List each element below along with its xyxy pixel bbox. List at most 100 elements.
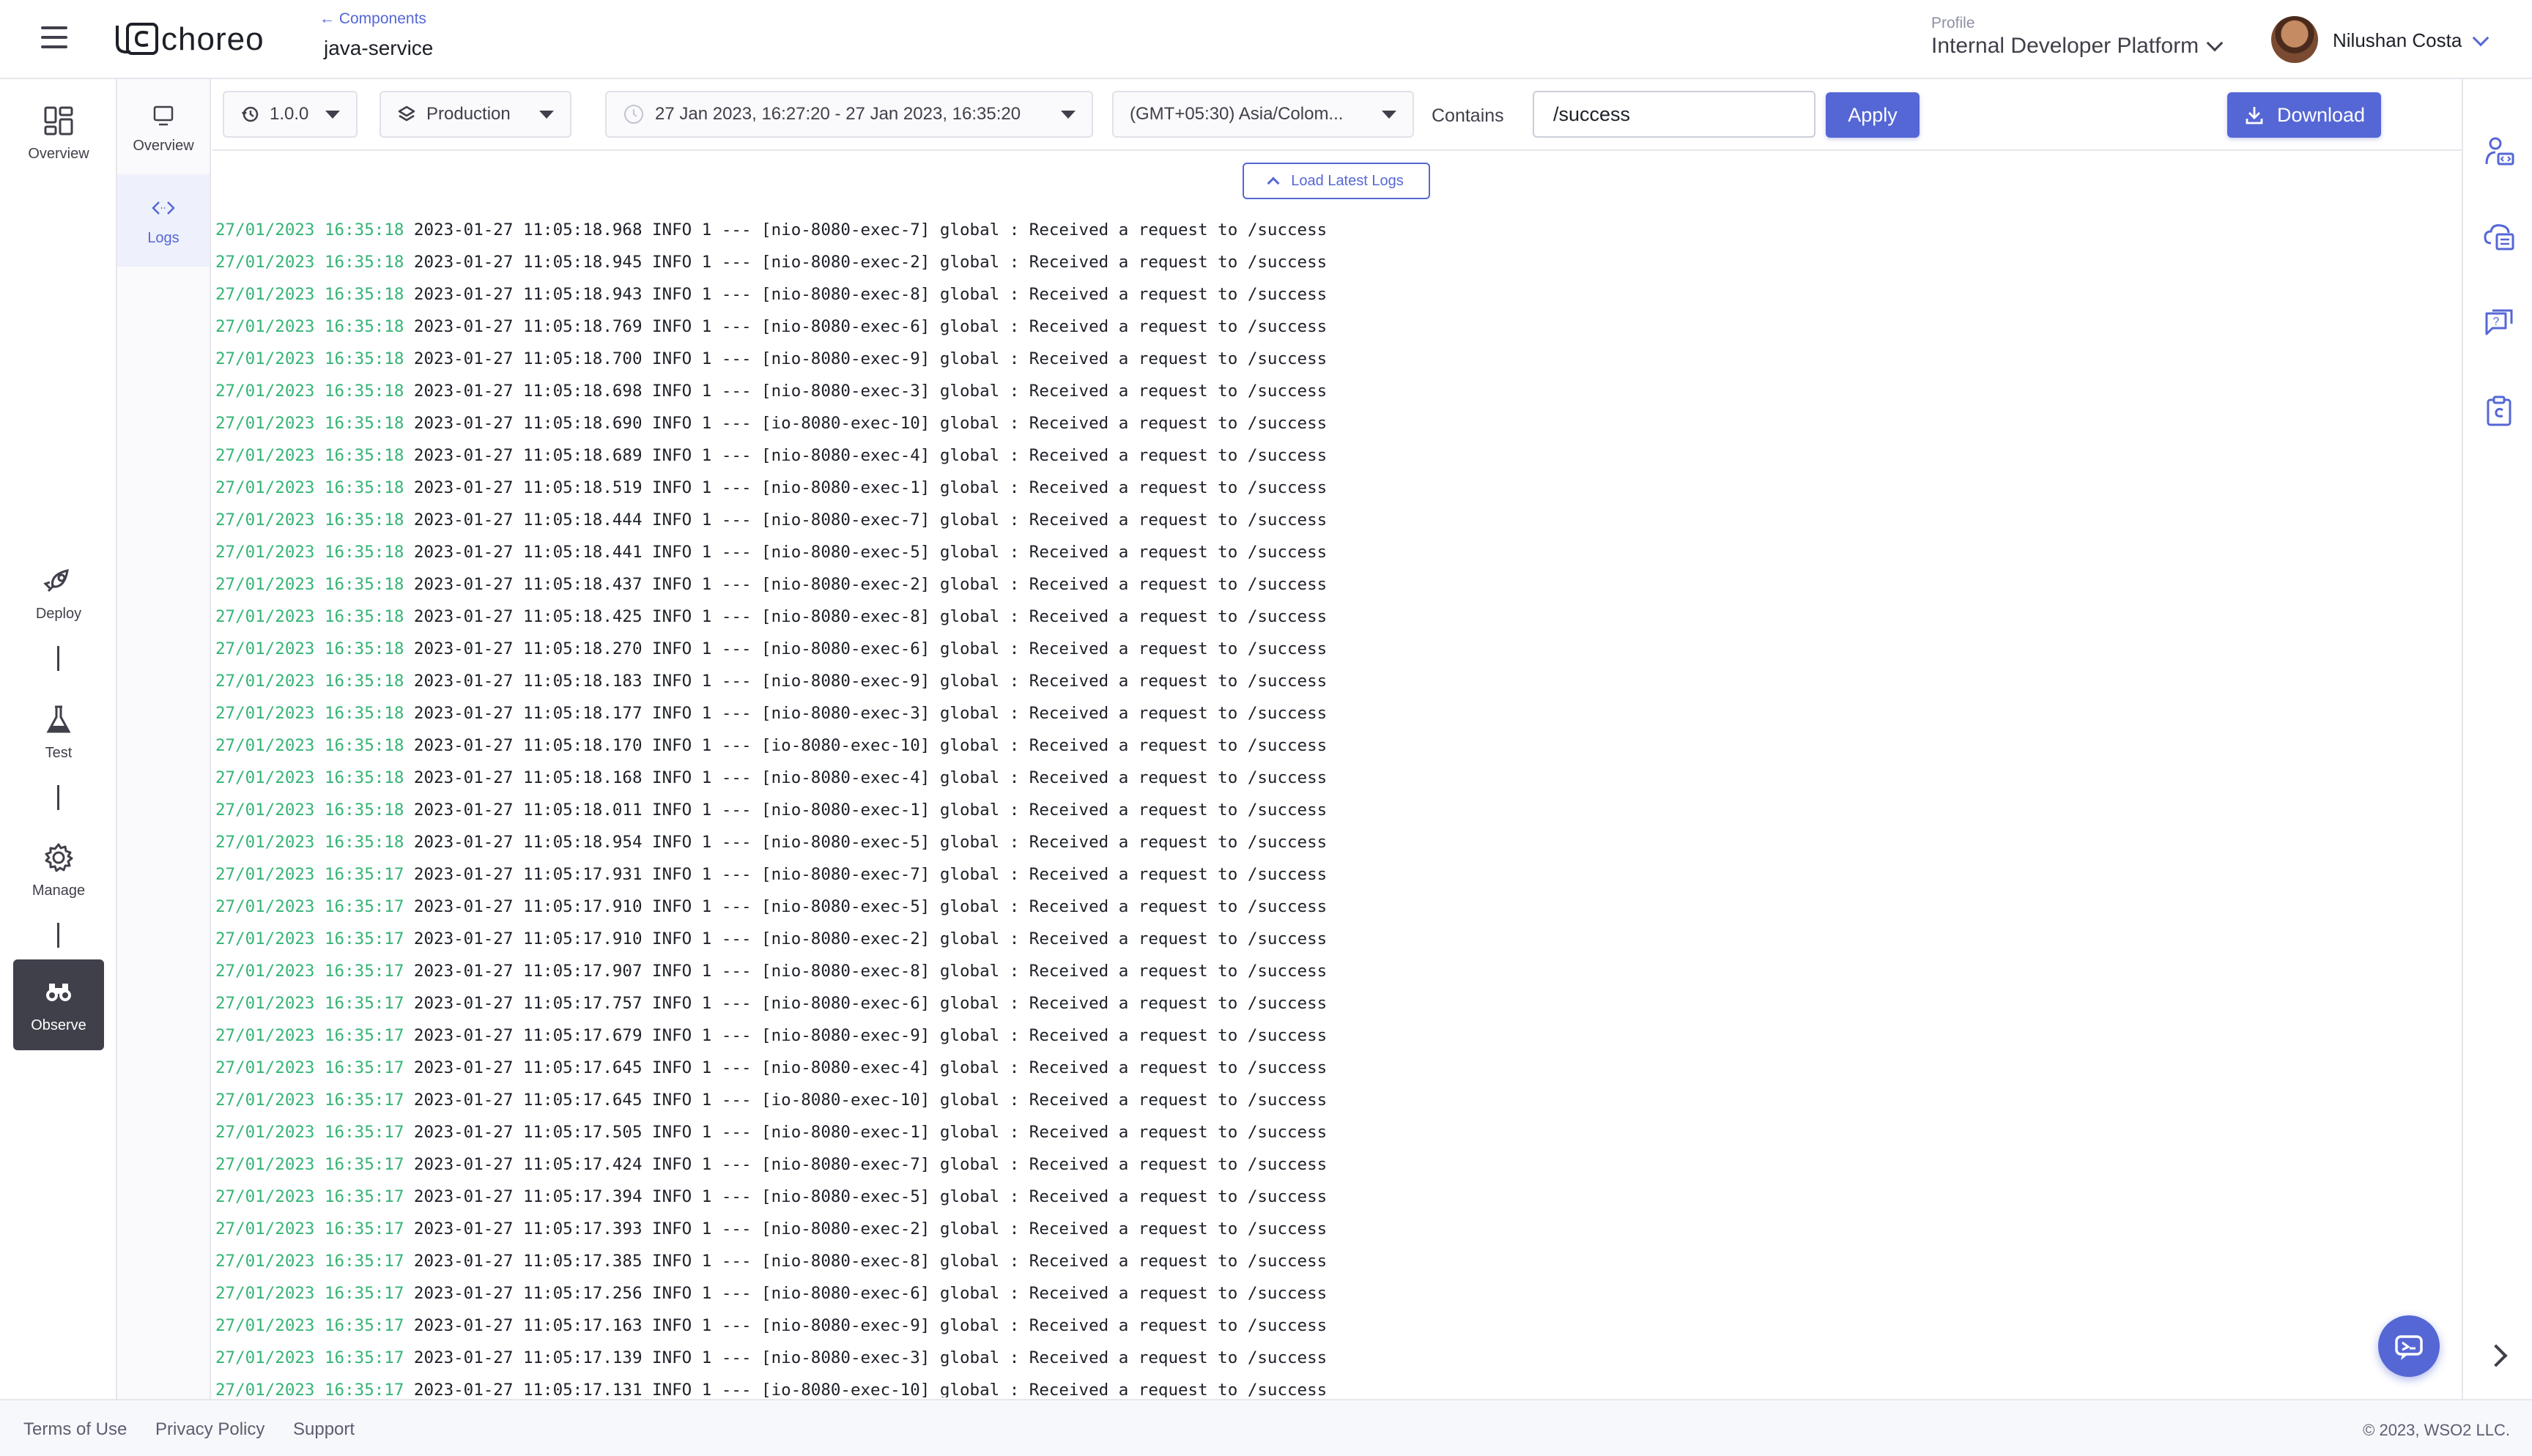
clipboard-icon[interactable]: [2482, 394, 2516, 428]
rocket-icon: [43, 568, 69, 592]
date-range-picker[interactable]: 27 Jan 2023, 16:27:20 - 27 Jan 2023, 16:…: [605, 91, 1093, 138]
log-timestamp: 27/01/2023 16:35:18: [215, 736, 404, 755]
log-message: 2023-01-27 11:05:18.177 INFO 1 --- [nio-…: [404, 704, 1328, 723]
log-timestamp: 27/01/2023 16:35:17: [215, 1091, 404, 1110]
log-timestamp: 27/01/2023 16:35:17: [215, 1058, 404, 1077]
log-message: 2023-01-27 11:05:17.394 INFO 1 --- [nio-…: [404, 1187, 1328, 1206]
log-timestamp: 27/01/2023 16:35:18: [215, 220, 404, 239]
nav-label-deploy: Deploy: [35, 605, 82, 622]
log-timestamp: 27/01/2023 16:35:18: [215, 543, 404, 562]
log-line: 27/01/2023 16:35:18 2023-01-27 11:05:18.…: [215, 407, 2457, 439]
log-message: 2023-01-27 11:05:18.444 INFO 1 --- [nio-…: [404, 510, 1328, 530]
log-line: 27/01/2023 16:35:17 2023-01-27 11:05:17.…: [215, 1181, 2457, 1213]
history-icon: [241, 106, 259, 122]
log-message: 2023-01-27 11:05:18.170 INFO 1 --- [io-8…: [404, 736, 1328, 755]
log-message: 2023-01-27 11:05:17.139 INFO 1 --- [nio-…: [404, 1348, 1328, 1367]
log-line: 27/01/2023 16:35:17 2023-01-27 11:05:17.…: [215, 1052, 2457, 1084]
logs-toolbar: 1.0.0 Production 27 Jan 2023, 16:27:20 -…: [212, 79, 2462, 151]
profile-selector[interactable]: Internal Developer Platform: [1931, 34, 2224, 59]
choreo-logo[interactable]: choreo: [113, 19, 264, 60]
log-timestamp: 27/01/2023 16:35:17: [215, 897, 404, 916]
filter-input[interactable]: [1533, 91, 1815, 138]
download-icon: [2246, 107, 2263, 125]
log-line: 27/01/2023 16:35:18 2023-01-27 11:05:18.…: [215, 375, 2457, 407]
log-message: 2023-01-27 11:05:18.769 INFO 1 --- [nio-…: [404, 317, 1328, 336]
log-timestamp: 27/01/2023 16:35:17: [215, 1219, 404, 1238]
log-message: 2023-01-27 11:05:18.519 INFO 1 --- [nio-…: [404, 478, 1328, 497]
nav-item-observe[interactable]: Observe: [13, 959, 104, 1050]
log-timestamp: 27/01/2023 16:35:18: [215, 639, 404, 658]
log-line: 27/01/2023 16:35:17 2023-01-27 11:05:17.…: [215, 1148, 2457, 1181]
log-message: 2023-01-27 11:05:17.645 INFO 1 --- [nio-…: [404, 1058, 1328, 1077]
timezone-select[interactable]: (GMT+05:30) Asia/Colom...: [1112, 91, 1414, 138]
breadcrumb-back-link[interactable]: ← Components: [319, 10, 426, 28]
component-name: java-service: [324, 37, 434, 59]
log-timestamp: 27/01/2023 16:35:18: [215, 801, 404, 820]
log-line: 27/01/2023 16:35:17 2023-01-27 11:05:17.…: [215, 1084, 2457, 1116]
log-message: 2023-01-27 11:05:18.425 INFO 1 --- [nio-…: [404, 607, 1328, 626]
profile-label: Profile: [1931, 15, 1975, 31]
log-timestamp: 27/01/2023 16:35:18: [215, 349, 404, 368]
log-message: 2023-01-27 11:05:18.698 INFO 1 --- [nio-…: [404, 382, 1328, 401]
log-message: 2023-01-27 11:05:17.163 INFO 1 --- [nio-…: [404, 1316, 1328, 1335]
cloud-doc-icon[interactable]: [2482, 220, 2516, 253]
apply-button[interactable]: Apply: [1826, 92, 1920, 138]
filter-label: Contains: [1432, 105, 1504, 126]
log-line: 27/01/2023 16:35:17 2023-01-27 11:05:17.…: [215, 923, 2457, 955]
developer-icon[interactable]: [2482, 135, 2516, 168]
menu-icon[interactable]: [41, 26, 73, 53]
nav-item-deploy[interactable]: Deploy: [13, 548, 104, 639]
log-line: 27/01/2023 16:35:17 2023-01-27 11:05:17.…: [215, 891, 2457, 923]
load-latest-logs-button[interactable]: Load Latest Logs: [1243, 163, 1430, 199]
log-list: 27/01/2023 16:35:18 2023-01-27 11:05:18.…: [215, 214, 2457, 1397]
log-line: 27/01/2023 16:35:17 2023-01-27 11:05:17.…: [215, 1342, 2457, 1374]
log-timestamp: 27/01/2023 16:35:18: [215, 382, 404, 401]
caret-down-icon: [1061, 110, 1076, 119]
user-menu[interactable]: Nilushan Costa: [2333, 29, 2490, 52]
download-button[interactable]: Download: [2227, 92, 2381, 138]
log-line: 27/01/2023 16:35:17 2023-01-27 11:05:17.…: [215, 1019, 2457, 1052]
download-label: Download: [2276, 103, 2366, 126]
log-timestamp: 27/01/2023 16:35:17: [215, 1252, 404, 1271]
chat-support-button[interactable]: [2378, 1315, 2440, 1377]
avatar[interactable]: [2271, 16, 2318, 63]
log-message: 2023-01-27 11:05:17.424 INFO 1 --- [nio-…: [404, 1155, 1328, 1174]
subnav-item-logs[interactable]: Logs: [117, 174, 210, 267]
log-timestamp: 27/01/2023 16:35:18: [215, 833, 404, 852]
log-timestamp: 27/01/2023 16:35:17: [215, 962, 404, 981]
privacy-link[interactable]: Privacy Policy: [155, 1419, 264, 1440]
log-line: 27/01/2023 16:35:18 2023-01-27 11:05:18.…: [215, 729, 2457, 762]
right-toolbar: ?: [2462, 79, 2532, 1399]
log-timestamp: 27/01/2023 16:35:17: [215, 994, 404, 1013]
terms-link[interactable]: Terms of Use: [23, 1419, 127, 1440]
nav-item-manage[interactable]: Manage: [13, 825, 104, 915]
log-timestamp: 27/01/2023 16:35:17: [215, 929, 404, 948]
nav-item-test[interactable]: Test: [13, 687, 104, 778]
log-message: 2023-01-27 11:05:17.757 INFO 1 --- [nio-…: [404, 994, 1328, 1013]
log-timestamp: 27/01/2023 16:35:17: [215, 865, 404, 884]
chat-bot-icon: [2395, 1335, 2423, 1360]
caret-down-icon: [325, 110, 340, 119]
timezone-value: (GMT+05:30) Asia/Colom...: [1130, 104, 1344, 124]
flask-icon: [46, 705, 71, 732]
version-value: 1.0.0: [270, 104, 309, 124]
log-line: 27/01/2023 16:35:18 2023-01-27 11:05:18.…: [215, 568, 2457, 601]
version-select[interactable]: 1.0.0: [223, 91, 358, 138]
log-timestamp: 27/01/2023 16:35:17: [215, 1284, 404, 1303]
code-icon: [152, 201, 175, 215]
log-message: 2023-01-27 11:05:18.690 INFO 1 --- [io-8…: [404, 414, 1328, 433]
log-timestamp: 27/01/2023 16:35:18: [215, 285, 404, 304]
log-line: 27/01/2023 16:35:17 2023-01-27 11:05:17.…: [215, 1213, 2457, 1245]
help-chat-icon[interactable]: ?: [2482, 306, 2516, 340]
log-message: 2023-01-27 11:05:17.907 INFO 1 --- [nio-…: [404, 962, 1328, 981]
subnav-item-overview[interactable]: Overview: [117, 82, 210, 174]
support-link[interactable]: Support: [293, 1419, 355, 1440]
log-line: 27/01/2023 16:35:17 2023-01-27 11:05:17.…: [215, 987, 2457, 1019]
nav-item-overview[interactable]: Overview: [13, 88, 104, 179]
date-range-value: 27 Jan 2023, 16:27:20 - 27 Jan 2023, 16:…: [655, 104, 1021, 124]
environment-select[interactable]: Production: [380, 91, 571, 138]
dashboard-icon: [44, 106, 73, 135]
log-message: 2023-01-27 11:05:18.968 INFO 1 --- [nio-…: [404, 220, 1328, 239]
log-timestamp: 27/01/2023 16:35:17: [215, 1123, 404, 1142]
log-line: 27/01/2023 16:35:17 2023-01-27 11:05:17.…: [215, 955, 2457, 987]
